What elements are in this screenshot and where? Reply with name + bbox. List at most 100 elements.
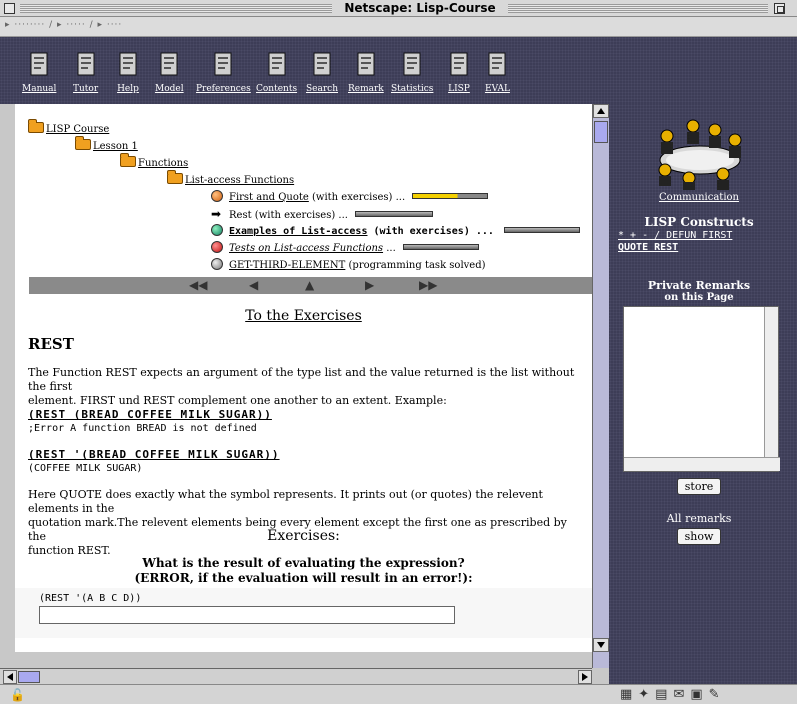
exercises-link[interactable]: To the Exercises [15, 308, 592, 324]
scroll-down-button[interactable] [593, 638, 609, 652]
toolbar-label: Search [306, 84, 338, 94]
toolbar-label: LISP [448, 84, 470, 94]
close-box[interactable] [4, 3, 15, 14]
toolbar-lisp-button[interactable]: LISP [448, 51, 470, 101]
content-frame: LISP Course Lesson 1 Functions List-acce… [15, 104, 592, 652]
toolbar-remark-button[interactable]: Remark [348, 51, 384, 101]
toolbar-manual-button[interactable]: Manual [22, 51, 56, 101]
vertical-scroll-thumb[interactable] [594, 121, 608, 143]
store-button[interactable]: store [676, 478, 722, 495]
toolbar-eval-button[interactable]: EVAL [485, 51, 510, 101]
example-2: (REST '(BREAD COFFEE MILK SUGAR)) (COFFE… [28, 448, 588, 476]
window-title: Netscape: Lisp-Course [332, 1, 508, 16]
item-link[interactable]: Tests on List-access Functions [229, 243, 383, 254]
triangle-right-icon [582, 673, 588, 681]
sidebar: Communication LISP Constructs * + - / DE… [609, 104, 797, 684]
item-suffix: (with exercises) ... [308, 192, 406, 203]
folder-icon [120, 153, 136, 167]
remarks-textarea[interactable] [623, 306, 780, 472]
constructs-line-1[interactable]: * + - / DEFUN FIRST [618, 230, 732, 242]
up-icon[interactable]: ▲ [305, 278, 314, 292]
item-suffix: ... [383, 243, 396, 254]
horizontal-scroll-thumb[interactable] [18, 671, 40, 683]
triangle-down-icon [597, 642, 605, 648]
title-bar: Netscape: Lisp-Course [0, 0, 797, 17]
tree-lesson-label[interactable]: Lesson 1 [93, 141, 138, 152]
progress-bar [355, 211, 434, 217]
tree-course-label[interactable]: LISP Course [46, 124, 109, 135]
store-wrap: store [609, 478, 789, 495]
tree-topic-label[interactable]: Functions [138, 158, 188, 169]
lesson-navbar: ◀◀ ◀ ▲ ▶ ▶▶ [29, 277, 592, 294]
explain-line-1: Here QUOTE does exactly what the symbol … [28, 488, 543, 515]
intro-line-1: The Function REST expects an argument of… [28, 366, 575, 393]
manual-icon [28, 51, 50, 79]
toolbar-help-button[interactable]: Help [117, 51, 139, 101]
security-lock-icon[interactable]: 🔓 [10, 688, 25, 702]
toolbar-model-button[interactable]: Model [155, 51, 184, 101]
tree-item-tests[interactable]: Tests on List-access Functions ... [211, 241, 479, 254]
remarks-horizontal-scrollbar[interactable] [624, 457, 780, 471]
toolbar-search-button[interactable]: Search [306, 51, 338, 101]
toolbar-preferences-button[interactable]: Preferences [196, 51, 251, 101]
item-link[interactable]: First and Quote [229, 192, 309, 203]
location-crumbs[interactable]: ▸ ········ / ▸ ····· / ▸ ···· [5, 20, 122, 30]
status-bar: 🔓 ▦✦▤✉▣✎ [0, 684, 797, 704]
example-2-result: (COFFEE MILK SUGAR) [28, 463, 143, 474]
item-suffix: (with exercises) ... [367, 226, 494, 237]
question-line-1: What is the result of evaluating the exp… [142, 556, 465, 570]
toolbar-contents-button[interactable]: Contents [256, 51, 297, 101]
tree-lesson[interactable]: Lesson 1 [75, 136, 138, 152]
location-bar: ▸ ········ / ▸ ····· / ▸ ···· [0, 17, 797, 37]
intro-line-2: element. FIRST und REST complement one a… [28, 394, 447, 407]
toolbar-label: Remark [348, 84, 384, 94]
show-button[interactable]: show [676, 528, 722, 545]
constructs-title: LISP Constructs [644, 215, 754, 229]
horizontal-scrollbar[interactable] [0, 668, 592, 684]
scroll-left-button[interactable] [3, 670, 17, 684]
tree-item-first-and-quote[interactable]: First and Quote (with exercises) ... [211, 190, 489, 203]
prev-page-icon[interactable]: ◀ [249, 278, 258, 292]
progress-bar [503, 227, 580, 233]
tree-item-rest[interactable]: ➡ Rest (with exercises) ... [211, 207, 434, 221]
toolbar-label: Statistics [391, 84, 434, 94]
toolbar-label: Contents [256, 84, 298, 94]
vertical-scrollbar[interactable] [592, 104, 609, 668]
communication-icon[interactable] [645, 112, 755, 190]
tree-subtopic[interactable]: List-access Functions [167, 170, 294, 186]
toolbar-label: Preferences [196, 84, 251, 94]
arrow-right-icon: ➡ [211, 207, 222, 221]
item-link[interactable]: Examples of List-access [229, 226, 367, 237]
constructs-line-2[interactable]: QUOTE REST [618, 242, 732, 254]
tree-subtopic-label[interactable]: List-access Functions [185, 175, 294, 186]
scroll-right-button[interactable] [578, 670, 592, 684]
component-bar-icons[interactable]: ▦✦▤✉▣✎ [620, 687, 726, 702]
example-1-result: ;Error A function BREAD is not defined [28, 423, 257, 434]
last-page-icon[interactable]: ▶▶ [419, 278, 437, 292]
tree-item-get-third[interactable]: GET-THIRD-ELEMENT (programming task solv… [211, 258, 486, 271]
zoom-box[interactable] [774, 3, 785, 14]
help-icon [117, 51, 139, 79]
item-label: Rest [229, 210, 252, 221]
toolbar-label: EVAL [485, 84, 510, 94]
remarks-vertical-scrollbar[interactable] [764, 307, 778, 457]
remarks-title: Private Remarks [647, 279, 751, 292]
red-status-icon [211, 241, 223, 253]
toolbar-statistics-button[interactable]: Statistics [391, 51, 433, 101]
triangle-left-icon [7, 673, 13, 681]
item-link[interactable]: GET-THIRD-ELEMENT [229, 260, 345, 271]
tree-item-examples[interactable]: Examples of List-access (with exercises)… [211, 224, 580, 237]
exercise-panel: (REST '(A B C D)) [15, 588, 592, 638]
scroll-up-button[interactable] [593, 104, 609, 118]
toolbar-tutor-button[interactable]: Tutor [73, 51, 98, 101]
answer-input[interactable] [39, 606, 455, 624]
communication-link[interactable]: Communication [609, 192, 789, 203]
first-page-icon[interactable]: ◀◀ [189, 278, 207, 292]
toolbar-label: Manual [22, 84, 57, 94]
tree-topic[interactable]: Functions [120, 153, 188, 169]
next-page-icon[interactable]: ▶ [365, 278, 374, 292]
question-line-2: (ERROR, if the evaluation will result in… [134, 571, 473, 585]
folder-icon [28, 119, 44, 133]
toolbar-label: Model [155, 84, 184, 94]
tree-course[interactable]: LISP Course [28, 119, 109, 135]
